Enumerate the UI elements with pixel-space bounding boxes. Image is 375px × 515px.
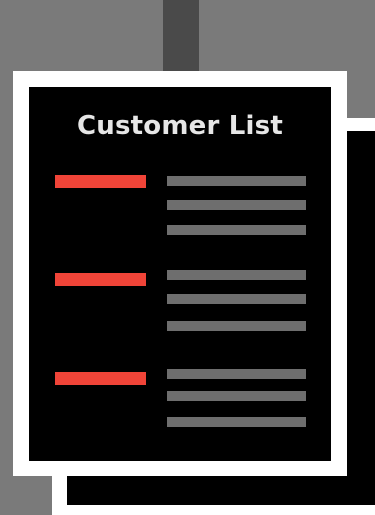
customer-name-bar	[55, 372, 146, 385]
customer-list-document: Customer List	[13, 71, 347, 476]
customer-name-bar	[55, 175, 146, 188]
document-title: Customer List	[77, 111, 283, 141]
customer-detail-line	[167, 391, 306, 401]
background-stripe	[163, 0, 199, 75]
customer-detail-line	[167, 369, 306, 379]
document-body: Customer List	[29, 87, 331, 461]
customer-entry	[29, 270, 331, 343]
customer-detail-line	[167, 417, 306, 427]
customer-detail-line	[167, 225, 306, 235]
customer-detail-line	[167, 200, 306, 210]
customer-entry	[29, 369, 331, 442]
customer-detail-line	[167, 321, 306, 331]
customer-detail-line	[167, 176, 306, 186]
customer-name-bar	[55, 273, 146, 286]
customer-detail-line	[167, 294, 306, 304]
customer-detail-line	[167, 270, 306, 280]
customer-entry	[29, 175, 331, 245]
